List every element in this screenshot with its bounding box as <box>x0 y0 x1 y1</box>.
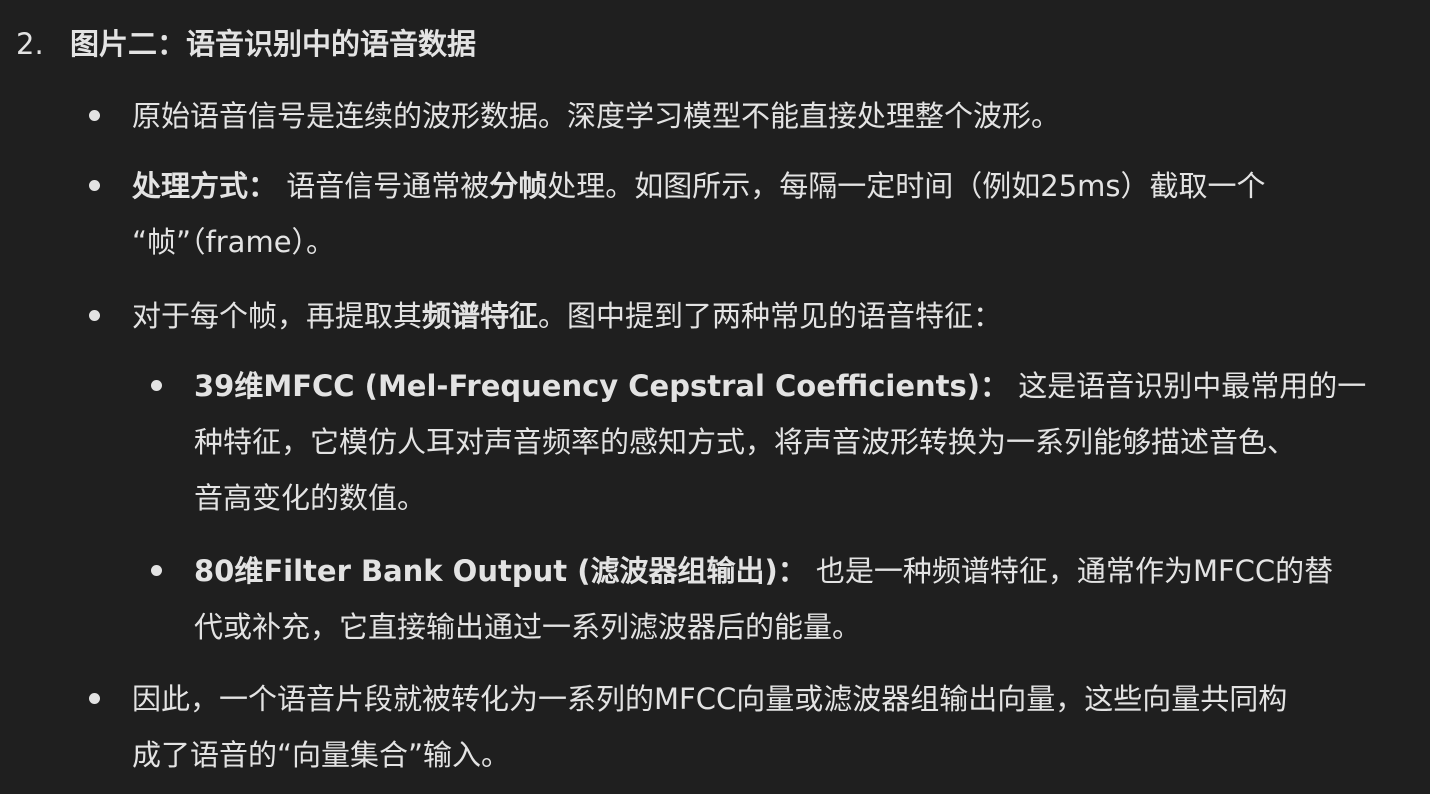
text-segment: 这是语音识别中最常用的一 <box>1009 369 1367 403</box>
list-item-text: 因此，一个语音片段就被转化为一系列的MFCC向量或滤波器组输出向量，这些向量共同… <box>132 682 1288 716</box>
sub-item-filter-bank: 80维Filter Bank Output (滤波器组输出)： 也是一种频谱特征… <box>151 543 1394 655</box>
list-item-line: 80维Filter Bank Output (滤波器组输出)： 也是一种频谱特征… <box>194 543 1394 599</box>
text-segment: 也是一种频谱特征，通常作为MFCC的替 <box>806 554 1334 588</box>
document-page: 2. 图片二：语音识别中的语音数据 原始语音信号是连续的波形数据。深度学习模型不能… <box>0 0 1430 794</box>
list-item-line: 处理方式： 语音信号通常被分帧处理。如图所示，每隔一定时间（例如25ms）截取一… <box>132 158 1422 214</box>
list-item-text: 音高变化的数值。 <box>194 481 427 515</box>
bullet-dot <box>151 380 162 391</box>
text-segment: 对于每个帧，再提取其 <box>132 299 423 333</box>
bullet-dot <box>89 110 100 121</box>
list-item-spectral-features: 对于每个帧，再提取其频谱特征。图中提到了两种常见的语音特征： <box>89 288 1422 344</box>
list-item-conclusion: 因此，一个语音片段就被转化为一系列的MFCC向量或滤波器组输出向量，这些向量共同… <box>89 671 1422 783</box>
list-item-line: 39维MFCC (Mel-Frequency Cepstral Coeffici… <box>194 358 1394 414</box>
list-item-text: “帧”（frame）。 <box>132 225 336 259</box>
bullet-dot <box>151 565 162 576</box>
bold-term: 频谱特征 <box>422 299 539 333</box>
section-title: 图片二：语音识别中的语音数据 <box>70 27 477 61</box>
list-item-text: 代或补充，它直接输出通过一系列滤波器后的能量。 <box>194 610 862 644</box>
bullet-dot <box>89 180 100 191</box>
list-item-text: 种特征，它模仿人耳对声音频率的感知方式，将声音波形转换为一系列能够描述音色、 <box>194 425 1297 459</box>
bold-label: 处理方式： <box>132 169 278 203</box>
section-number: 2. <box>16 27 44 61</box>
list-item-text: 原始语音信号是连续的波形数据。深度学习模型不能直接处理整个波形。 <box>132 99 1061 133</box>
bold-label: 80维Filter Bank Output (滤波器组输出)： <box>194 554 807 588</box>
bullet-dot <box>89 693 100 704</box>
text-segment: 语音信号通常被 <box>277 169 490 203</box>
sub-item-mfcc: 39维MFCC (Mel-Frequency Cepstral Coeffici… <box>151 358 1394 526</box>
bold-term: 分帧 <box>489 169 548 203</box>
list-item-text: 成了语音的“向量集合”输入。 <box>132 738 511 772</box>
list-item-line: 对于每个帧，再提取其频谱特征。图中提到了两种常见的语音特征： <box>132 288 1422 344</box>
section-heading: 2. 图片二：语音识别中的语音数据 <box>16 20 476 68</box>
list-item-processing-method: 处理方式： 语音信号通常被分帧处理。如图所示，每隔一定时间（例如25ms）截取一… <box>89 158 1422 270</box>
list-item-raw-signal: 原始语音信号是连续的波形数据。深度学习模型不能直接处理整个波形。 <box>89 88 1422 144</box>
bullet-dot <box>89 310 100 321</box>
text-segment: 处理。如图所示，每隔一定时间（例如25ms）截取一个 <box>547 169 1266 203</box>
text-segment: 。图中提到了两种常见的语音特征： <box>538 299 1003 333</box>
bold-label: 39维MFCC (Mel-Frequency Cepstral Coeffici… <box>194 369 1010 403</box>
